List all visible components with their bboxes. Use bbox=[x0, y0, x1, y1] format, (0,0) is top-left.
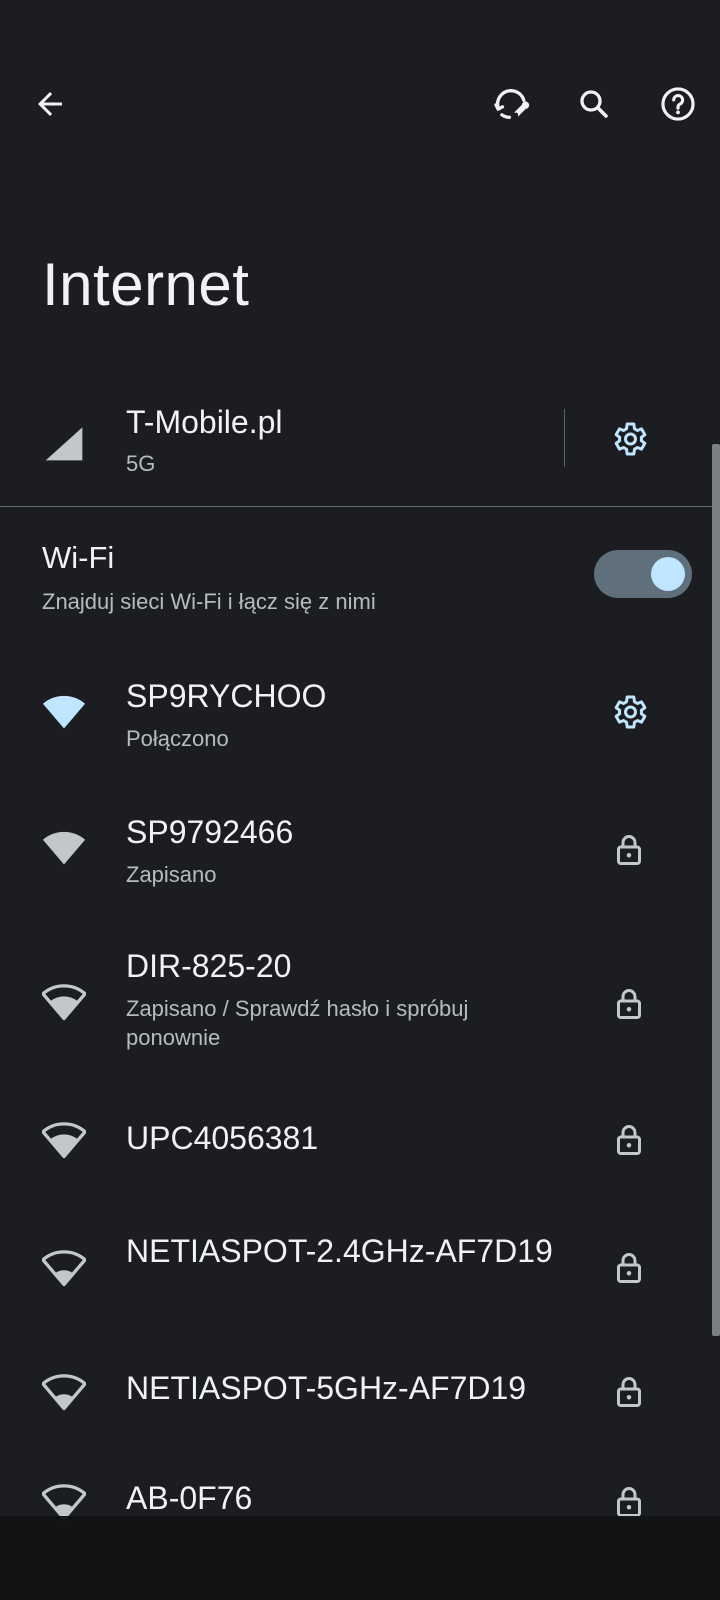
network-status: Zapisano / Sprawdź hasło i spróbuj ponow… bbox=[126, 996, 469, 1050]
network-reset-button[interactable] bbox=[487, 80, 535, 128]
network-ssid: SP9RYCHOO bbox=[126, 678, 327, 714]
wifi-network-row[interactable]: UPC4056381 bbox=[0, 1098, 713, 1182]
wifi-signal-full-icon bbox=[42, 826, 86, 870]
network-ssid: DIR-825-20 bbox=[126, 948, 292, 984]
wifi-network-row[interactable]: DIR-825-20 Zapisano / Sprawdź hasło i sp… bbox=[0, 942, 713, 1062]
back-arrow-icon bbox=[38, 92, 62, 116]
help-button[interactable] bbox=[654, 80, 702, 128]
section-divider bbox=[0, 506, 720, 507]
wifi-signal-medium-icon bbox=[41, 1118, 87, 1162]
wifi-switch[interactable] bbox=[594, 550, 692, 598]
lock-icon bbox=[605, 1244, 653, 1292]
page-title: Internet bbox=[42, 251, 250, 318]
wifi-signal-weak-icon bbox=[41, 1370, 87, 1414]
lock-icon bbox=[605, 1368, 653, 1416]
gear-icon bbox=[614, 695, 647, 729]
switch-thumb bbox=[651, 557, 685, 591]
network-ssid: NETIASPOT-5GHz-AF7D19 bbox=[126, 1370, 527, 1406]
wifi-network-row[interactable]: NETIASPOT-5GHz-AF7D19 bbox=[0, 1350, 713, 1434]
network-type: 5G bbox=[126, 451, 156, 476]
scrollbar[interactable] bbox=[712, 444, 720, 1336]
network-ssid: UPC4056381 bbox=[126, 1120, 319, 1156]
help-icon bbox=[661, 87, 695, 121]
network-ssid: AB-0F76 bbox=[126, 1480, 253, 1516]
divider bbox=[564, 409, 565, 467]
network-ssid: SP9792466 bbox=[126, 814, 294, 850]
cell-signal-icon bbox=[42, 420, 86, 464]
wifi-subtitle: Znajduj sieci Wi-Fi i łącz się z nimi bbox=[42, 589, 376, 614]
navigation-bar bbox=[0, 1516, 720, 1600]
gear-icon bbox=[614, 422, 647, 456]
network-status: Połączono bbox=[126, 726, 229, 751]
wifi-signal-medium-icon bbox=[41, 980, 87, 1024]
wifi-title: Wi-Fi bbox=[42, 540, 115, 575]
wifi-network-row[interactable]: SP9792466 Zapisano bbox=[0, 808, 713, 908]
back-button[interactable] bbox=[26, 80, 74, 128]
network-ssid: NETIASPOT-2.4GHz-AF7D19 bbox=[126, 1233, 553, 1269]
network-status: Zapisano bbox=[126, 862, 217, 887]
wifi-signal-weak-icon bbox=[41, 1246, 87, 1290]
lock-icon bbox=[605, 826, 653, 874]
search-button[interactable] bbox=[570, 80, 618, 128]
carrier-name: T-Mobile.pl bbox=[126, 404, 283, 440]
wifi-network-row[interactable]: NETIASPOT-2.4GHz-AF7D19 bbox=[0, 1212, 713, 1322]
lock-icon bbox=[605, 980, 653, 1028]
lock-icon bbox=[605, 1116, 653, 1164]
wifi-signal-full-icon bbox=[42, 690, 86, 734]
mobile-settings-button[interactable] bbox=[605, 415, 653, 463]
network-settings-button[interactable] bbox=[605, 688, 653, 736]
network-reset-icon bbox=[494, 88, 530, 120]
search-icon bbox=[580, 90, 608, 118]
